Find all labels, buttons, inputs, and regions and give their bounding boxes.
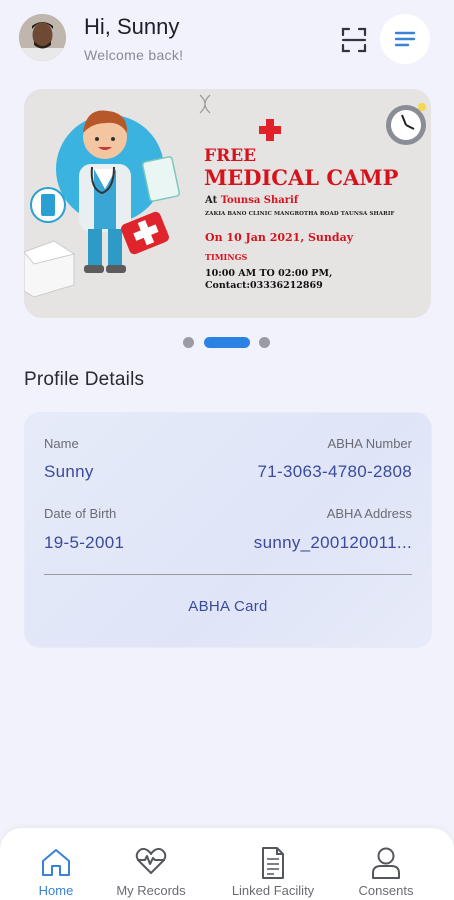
card-divider	[44, 574, 412, 575]
nav-my-records-label: My Records	[116, 883, 186, 898]
person-icon	[372, 847, 400, 879]
camp-location: At Tounsa Sharif	[205, 195, 298, 206]
doctor-illustration	[24, 110, 181, 298]
dob-value: 19-5-2001	[44, 533, 125, 552]
camp-date: On 10 Jan 2021, Sunday	[205, 231, 354, 244]
camp-title: FREE MEDICAL CAMP	[204, 146, 398, 188]
dob-label: Date of Birth	[44, 506, 117, 521]
document-icon	[262, 847, 284, 879]
camp-address: ZAKIA BANO CLINIC MANGROTHA ROAD TAUNSA …	[205, 211, 395, 217]
greeting: Hi, Sunny	[84, 14, 180, 39]
nav-consents-label: Consents	[358, 883, 414, 898]
carousel-dot-active[interactable]	[204, 337, 250, 348]
avatar-photo	[19, 14, 66, 61]
camp-time: 10:00 AM TO 02:00 PM,	[205, 268, 333, 279]
menu-lines-icon	[394, 31, 416, 47]
carousel-indicator	[0, 337, 454, 349]
medical-camp-banner[interactable]: FREE MEDICAL CAMP At Tounsa Sharif ZAKIA…	[24, 89, 431, 318]
nav-home-label: Home	[38, 883, 74, 898]
abha-address-value: sunny_200120011...	[253, 533, 412, 552]
nav-linked-facility-label: Linked Facility	[231, 883, 315, 898]
abha-number-label: ABHA Number	[327, 436, 412, 451]
header: Hi, Sunny Welcome back!	[0, 0, 454, 80]
stopwatch-icon	[386, 103, 426, 145]
carousel-dot[interactable]	[183, 337, 194, 348]
camp-title-line1: FREE	[204, 146, 257, 166]
name-label: Name	[44, 436, 79, 451]
camp-place: Tounsa Sharif	[220, 195, 299, 206]
carousel-dot[interactable]	[259, 337, 270, 348]
dna-icon	[199, 94, 211, 114]
abha-number-value: 71-3063-4780-2808	[257, 462, 412, 481]
name-value: Sunny	[44, 462, 94, 481]
heart-pulse-icon	[135, 847, 167, 874]
nav-linked-facility[interactable]: Linked Facility	[218, 828, 328, 900]
profile-section-title: Profile Details	[24, 369, 145, 390]
menu-button[interactable]	[380, 14, 430, 64]
nav-consents[interactable]: Consents	[346, 828, 426, 900]
camp-contact: Contact:03336212869	[205, 280, 323, 291]
scan-button[interactable]	[338, 24, 370, 56]
nav-my-records[interactable]: My Records	[103, 828, 199, 900]
camp-timings-label: TIMINGS	[205, 252, 248, 262]
camp-time-block: 10:00 AM TO 02:00 PM, Contact:0333621286…	[205, 268, 332, 292]
scan-frame-icon	[341, 27, 367, 53]
abha-address-label: ABHA Address	[326, 506, 412, 521]
nav-home[interactable]: Home	[18, 828, 94, 900]
camp-at-prefix: At	[205, 195, 218, 206]
profile-card: Name Sunny ABHA Number 71-3063-4780-2808…	[24, 412, 432, 648]
welcome-subtitle: Welcome back!	[84, 47, 184, 63]
camp-title-line2: MEDICAL CAMP	[204, 165, 399, 190]
red-cross-icon	[259, 119, 281, 141]
home-icon	[42, 849, 70, 876]
avatar[interactable]	[19, 14, 66, 61]
abha-card-button[interactable]: ABHA Card	[25, 598, 431, 615]
bottom-navigation: Home My Records Linked Facility Consents	[0, 828, 454, 900]
